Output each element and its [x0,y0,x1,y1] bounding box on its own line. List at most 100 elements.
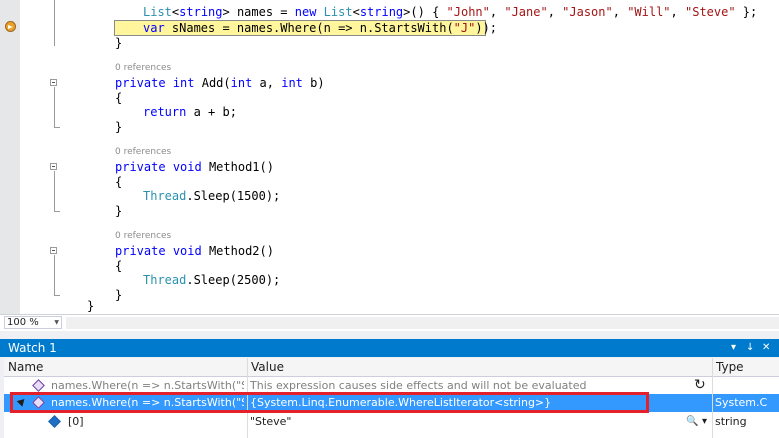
current-statement-arrow-icon [5,21,16,32]
code-token: "Jason" [562,5,613,19]
codelens-references[interactable]: 0 references [115,146,171,158]
watch-row[interactable]: [0] "Steve" 🔍 ▾ string [4,413,779,430]
code-line-method2-signature: private void Method2() [115,243,274,259]
zoom-value: 100 % [7,317,39,328]
outline-line-end [54,211,60,212]
code-token: }; [735,5,758,19]
code-token: , [547,5,563,19]
code-line-names-declaration: List<string> names = new List<string>() … [143,4,757,20]
code-token: "John" [446,5,490,19]
code-token: Method1() [201,160,274,174]
code-line-snames-declaration: var sNames = names.Where(n => n.StartsWi… [143,20,497,36]
code-line-brace: { [115,91,123,105]
code-line-brace: { [115,259,123,273]
code-token: "J" [453,21,476,35]
column-header-type[interactable]: Type [712,358,779,377]
column-divider[interactable] [712,358,713,438]
code-token: sNames = names.Where(n => n.StartsWith( [164,21,454,35]
code-token: void [172,160,202,174]
code-token: >() { [403,5,447,19]
editor-status-bar: 100 % ▼ [0,314,779,331]
code-line-brace: } [87,299,95,313]
watch-window: Watch 1 ▾ ↓ ✕ Name Value Type names.Wher… [0,331,779,438]
code-token: void [172,244,202,258]
code-token: string [179,5,223,19]
code-token: Thread [143,189,187,203]
outline-line [54,0,55,46]
code-line-return: return a + b; [143,104,237,120]
code-line-brace: } [115,204,123,218]
code-token: < [352,5,360,19]
watch-row-name[interactable]: [0] [68,413,244,430]
refresh-icon[interactable]: ↻ [694,377,710,394]
watch-row-value: "Steve" [250,415,292,428]
code-line-method1-body: Thread.Sleep(1500); [143,188,280,204]
code-token: Add( [194,76,231,90]
watch-title-bar[interactable]: Watch 1 ▾ ↓ ✕ [0,339,779,357]
code-token: Method2() [201,244,274,258]
code-token: var [143,21,165,35]
collapse-icon[interactable] [50,79,57,86]
close-icon[interactable]: ✕ [762,339,770,357]
code-line-method2-body: Thread.Sleep(2500); [143,272,280,288]
chevron-down-icon: ▼ [54,319,59,326]
code-token: Thread [143,273,187,287]
code-token: , [670,5,685,19]
code-token: > names = [222,5,295,19]
watch-title: Watch 1 [8,341,57,355]
horizontal-scrollbar[interactable] [66,317,779,329]
watch-row-type: System.C [715,396,768,409]
outline-line [54,87,55,127]
code-token: )); [475,21,498,35]
code-token: string [359,5,404,19]
code-token: .Sleep(2500); [186,273,281,287]
zoom-dropdown[interactable]: 100 % ▼ [4,316,62,329]
code-line-method1-signature: private void Method1() [115,159,274,175]
window-position-icon[interactable]: ▾ [731,339,736,357]
code-token: private [115,76,166,90]
collapse-icon[interactable] [50,163,57,170]
code-token: "Jane" [504,5,548,19]
codelens-references[interactable]: 0 references [115,230,171,242]
column-header-name[interactable]: Name [4,358,247,377]
code-editor[interactable]: List<string> names = new List<string>() … [0,0,779,314]
code-token: , [489,5,505,19]
pin-icon[interactable]: ↓ [746,339,754,357]
code-token: int [281,76,303,90]
code-token: a + b; [186,105,237,119]
visualizer-search-icon[interactable]: 🔍 [686,413,698,430]
outline-line-end [54,295,60,296]
visualizer-dropdown-icon[interactable]: ▾ [702,413,712,430]
collapse-icon[interactable] [50,247,57,254]
indicator-margin[interactable] [0,0,20,314]
code-token: return [143,105,187,119]
code-token: new [294,5,317,19]
code-token: List [143,5,172,19]
code-token: int [172,76,195,90]
code-line-brace: } [115,36,123,50]
code-line-brace: { [115,175,123,189]
code-line-add-signature: private int Add(int a, int b) [115,75,325,91]
code-line-brace: } [115,120,123,134]
code-token: , [612,5,628,19]
outline-line [54,171,55,211]
outline-line [54,255,55,295]
code-token: a, [252,76,282,90]
outline-line-end [54,127,60,128]
code-token: .Sleep(1500); [186,189,281,203]
code-token: private [115,160,166,174]
code-token: b) [302,76,325,90]
expression-icon [32,379,45,392]
code-token: private [115,244,166,258]
code-token: "Steve" [685,5,736,19]
column-header-value[interactable]: Value [247,358,712,377]
field-icon [48,415,61,428]
watch-row-type: string [715,415,747,428]
code-token: "Will" [627,5,671,19]
code-line-brace: } [115,288,123,302]
annotation-highlight-box [10,392,649,413]
code-token: List [323,5,353,19]
code-token: int [230,76,253,90]
codelens-references[interactable]: 0 references [115,62,171,74]
